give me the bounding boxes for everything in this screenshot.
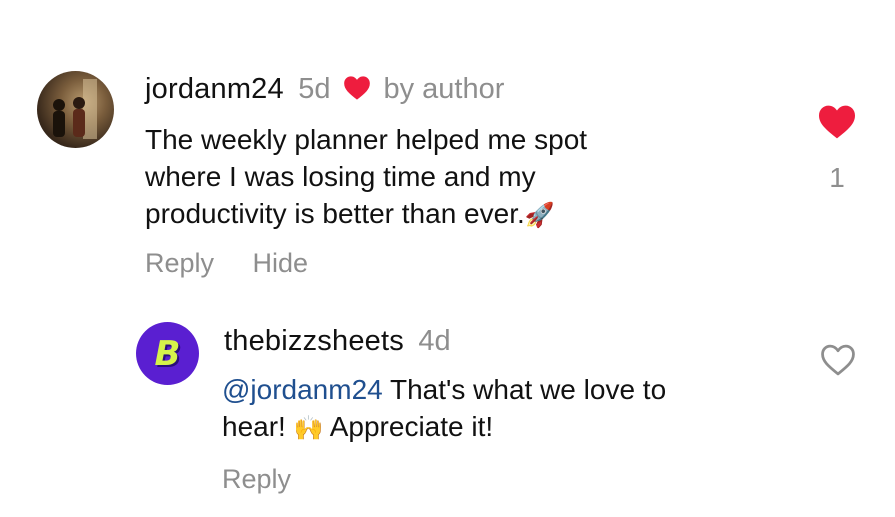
comment-age: 4d	[418, 325, 451, 357]
username[interactable]: thebizzsheets	[224, 325, 404, 357]
comment-text-line: productivity is better than ever.	[145, 198, 525, 229]
heart-outline-icon	[821, 344, 855, 376]
comment-text: @jordanm24 That's what we love to hear! …	[222, 371, 666, 447]
like-button[interactable]	[816, 104, 858, 145]
comment-text-line: That's what we love to	[382, 374, 667, 405]
comment-text-line: Appreciate it!	[323, 411, 494, 442]
avatar[interactable]	[37, 71, 114, 148]
comment-actions: Reply Hide	[145, 248, 308, 279]
raising-hands-emoji: 🙌	[293, 414, 324, 442]
comment-header: jordanm24 5d by author	[145, 73, 504, 106]
rocket-emoji: 🚀	[524, 201, 555, 229]
liked-by-author-heart-icon	[344, 76, 370, 100]
brand-logo-letter: B	[154, 333, 181, 374]
like-count[interactable]: 1	[826, 162, 848, 194]
like-button[interactable]	[818, 343, 858, 382]
comment-age: 5d	[298, 73, 331, 105]
heart-filled-icon	[819, 105, 855, 139]
comment-header: thebizzsheets 4d	[224, 325, 451, 358]
comment-actions: Reply	[222, 464, 291, 495]
username[interactable]: jordanm24	[145, 73, 284, 105]
comment-text-line: where I was losing time and my	[145, 161, 536, 192]
comment-text-line: hear!	[222, 411, 294, 442]
mention-link[interactable]: @jordanm24	[222, 374, 383, 405]
reply-button[interactable]: Reply	[145, 248, 214, 278]
reply-button[interactable]: Reply	[222, 464, 291, 494]
avatar[interactable]: B	[136, 322, 199, 385]
user-photo-icon	[53, 79, 97, 139]
comment-text-line: The weekly planner helped me spot	[145, 124, 588, 155]
hide-button[interactable]: Hide	[252, 248, 308, 278]
comment-text: The weekly planner helped me spot where …	[145, 121, 587, 234]
author-badge: by author	[383, 73, 505, 105]
